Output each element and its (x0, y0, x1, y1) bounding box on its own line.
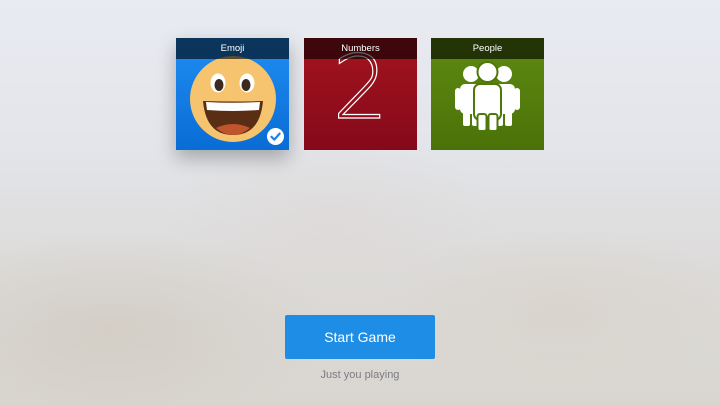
category-tiles: Emoji Numbers 2 People (176, 38, 544, 150)
category-tile-emoji[interactable]: Emoji (176, 38, 289, 150)
category-tile-people[interactable]: People (431, 38, 544, 150)
player-status-text: Just you playing (320, 369, 400, 381)
category-label-numbers: Numbers (304, 38, 417, 59)
selected-check-icon (267, 128, 284, 145)
category-label-emoji: Emoji (176, 38, 289, 59)
category-label-people: People (431, 38, 544, 59)
start-game-button[interactable]: Start Game (285, 315, 435, 359)
category-tile-numbers[interactable]: Numbers 2 (304, 38, 417, 150)
